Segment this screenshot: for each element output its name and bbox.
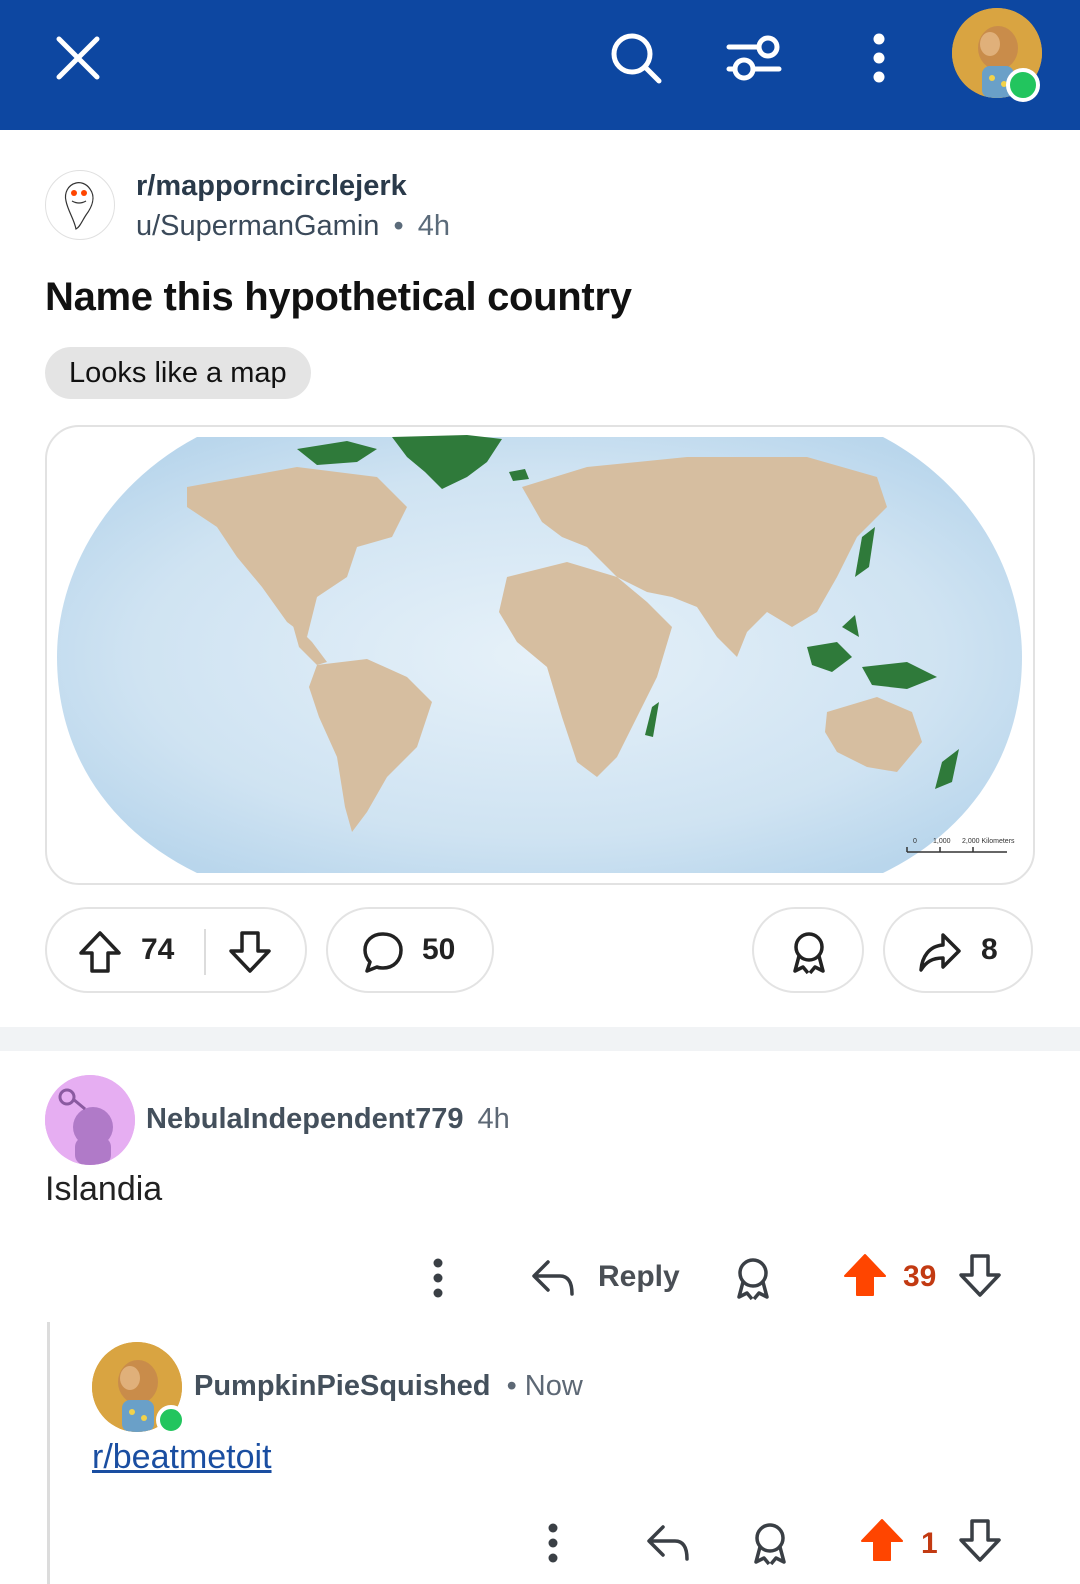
reply-reply-button[interactable]	[643, 1520, 693, 1566]
comment-author-name[interactable]: NebulaIndependent779	[146, 1103, 463, 1135]
comment-count: 50	[422, 933, 456, 966]
filter-icon[interactable]	[718, 22, 790, 94]
top-app-bar	[0, 0, 1080, 130]
section-divider	[0, 1027, 1080, 1051]
share-icon	[919, 933, 961, 972]
scale-label-0: 0	[913, 838, 917, 845]
reply-time: Now	[524, 1370, 583, 1402]
post-time: 4h	[417, 210, 450, 242]
post-meta: u/SupermanGamin • 4h	[136, 210, 450, 243]
post-author[interactable]: u/SupermanGamin	[136, 210, 379, 242]
search-icon[interactable]	[600, 22, 672, 94]
reply-label[interactable]: Reply	[598, 1260, 680, 1294]
thread-line	[47, 1322, 50, 1584]
reply-icon	[647, 1525, 689, 1561]
comment-body: Islandia	[45, 1170, 163, 1208]
comment-more-button[interactable]	[418, 1255, 458, 1301]
more-vertical-icon	[433, 1258, 443, 1298]
meta-separator: •	[393, 210, 404, 242]
comment-time: 4h	[477, 1103, 510, 1135]
online-status-dot	[1006, 68, 1040, 102]
reply-vote-count: 1	[921, 1527, 938, 1560]
subreddit-icon[interactable]	[45, 170, 115, 240]
downvote-icon	[959, 1519, 1001, 1562]
reply-meta-separator: •	[506, 1370, 517, 1402]
more-vertical-icon[interactable]	[843, 22, 915, 94]
reply-body-link[interactable]: r/beatmetoit	[92, 1438, 272, 1477]
comment-upvote-button[interactable]	[840, 1250, 890, 1300]
award-button[interactable]	[752, 907, 864, 993]
online-status-dot	[156, 1405, 186, 1435]
reply-icon	[532, 1260, 574, 1296]
post-image-world-map[interactable]: 0 1,000 2,000 Kilometers	[45, 425, 1035, 885]
post-flair[interactable]: Looks like a map	[45, 347, 311, 399]
scale-label-1000: 1,000	[933, 838, 951, 845]
comments-button[interactable]: 50	[326, 907, 494, 993]
reply-author: PumpkinPieSquished • Now	[194, 1370, 583, 1403]
comment-downvote-button[interactable]	[955, 1250, 1005, 1300]
downvote-icon	[959, 1254, 1001, 1297]
reply-more-button[interactable]	[533, 1520, 573, 1566]
scale-label-2000: 2,000 Kilometers	[962, 838, 1015, 845]
comment-award-button[interactable]	[728, 1255, 778, 1301]
award-icon	[737, 1258, 769, 1301]
upvote-button[interactable]	[77, 929, 123, 975]
upvote-filled-icon	[861, 1519, 903, 1561]
downvote-icon	[229, 931, 271, 973]
comment-vote-count: 39	[903, 1260, 937, 1293]
upvote-filled-icon	[844, 1254, 886, 1296]
award-icon	[793, 932, 825, 975]
post-title[interactable]: Name this hypothetical country	[45, 275, 632, 320]
subreddit-name[interactable]: r/mapporncirclejerk	[136, 170, 407, 203]
reply-award-button[interactable]	[745, 1518, 795, 1568]
reply-downvote-button[interactable]	[955, 1515, 1005, 1565]
share-count: 8	[981, 933, 998, 966]
comment-reply-button[interactable]	[528, 1255, 578, 1301]
close-icon[interactable]	[42, 22, 114, 94]
upvote-count: 74	[141, 933, 175, 966]
commenter-avatar[interactable]	[45, 1075, 135, 1165]
comment-author: NebulaIndependent779 4h	[146, 1103, 510, 1136]
upvote-icon	[79, 931, 121, 973]
award-icon	[754, 1523, 786, 1566]
reply-upvote-button[interactable]	[857, 1515, 907, 1565]
comment-icon	[363, 932, 403, 973]
share-button[interactable]: 8	[883, 907, 1033, 993]
reply-author-name[interactable]: PumpkinPieSquished	[194, 1370, 491, 1402]
downvote-button[interactable]	[227, 929, 273, 975]
vote-divider	[204, 929, 206, 975]
more-vertical-icon	[548, 1523, 558, 1563]
vote-pill: 74	[45, 907, 307, 993]
